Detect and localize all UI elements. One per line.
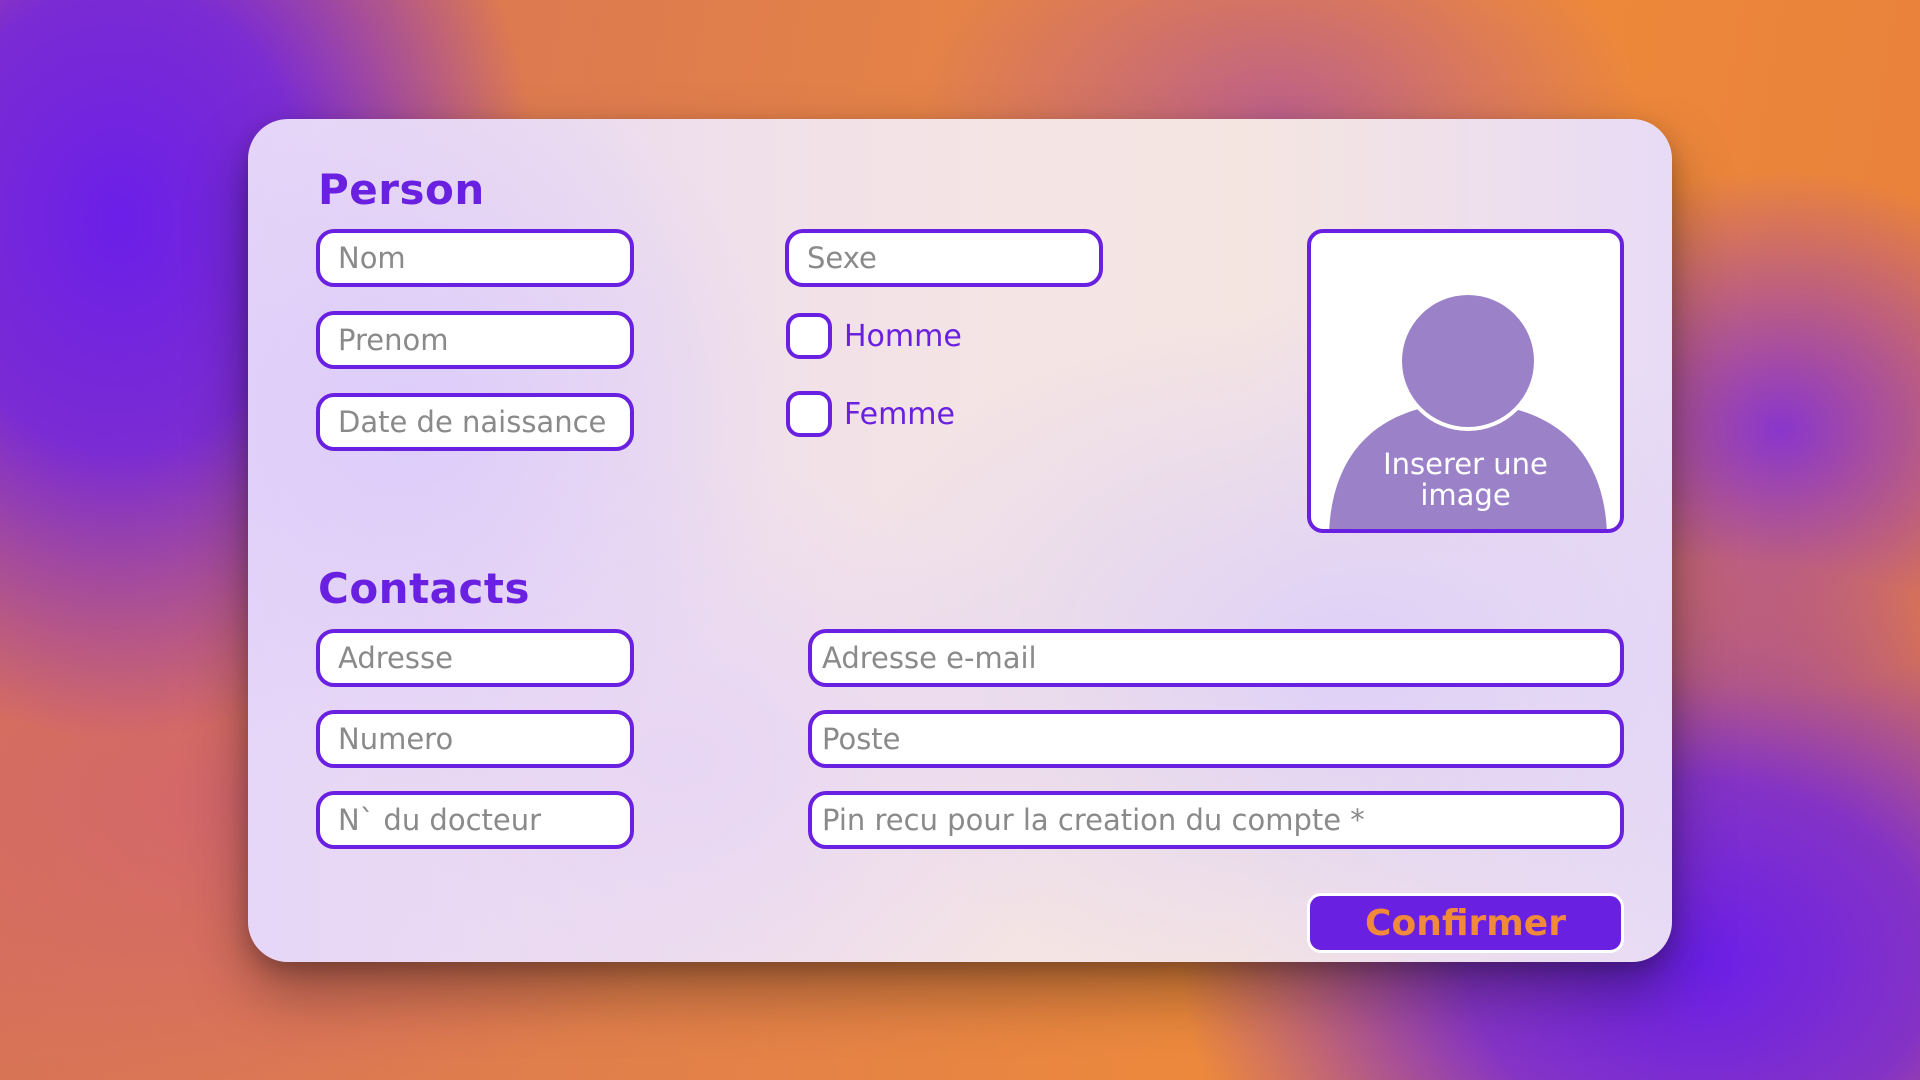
numero-input[interactable]: Numero	[316, 710, 634, 768]
person-section-title: Person	[318, 165, 485, 214]
docteur-number-input[interactable]: N` du docteur	[316, 791, 634, 849]
date-de-naissance-input[interactable]: Date de naissance	[316, 393, 634, 451]
homme-option[interactable]: Homme	[786, 313, 962, 359]
nom-input[interactable]: Nom	[316, 229, 634, 287]
image-upload-box[interactable]: Inserer une image	[1307, 229, 1624, 533]
email-input[interactable]: Adresse e-mail	[808, 629, 1624, 687]
femme-checkbox[interactable]	[786, 391, 832, 437]
prenom-input[interactable]: Prenom	[316, 311, 634, 369]
contacts-section-title: Contacts	[318, 564, 530, 613]
pin-input[interactable]: Pin recu pour la creation du compte *	[808, 791, 1624, 849]
homme-checkbox[interactable]	[786, 313, 832, 359]
confirm-button[interactable]: Confirmer	[1307, 893, 1624, 953]
adresse-input[interactable]: Adresse	[316, 629, 634, 687]
insert-image-label: Inserer une image	[1383, 447, 1548, 512]
sexe-input[interactable]: Sexe	[785, 229, 1103, 287]
poste-input[interactable]: Poste	[808, 710, 1624, 768]
femme-label: Femme	[844, 396, 955, 432]
homme-label: Homme	[844, 318, 962, 354]
femme-option[interactable]: Femme	[786, 391, 955, 437]
registration-form-card: Person Nom Prenom Date de naissance Sexe…	[248, 119, 1672, 962]
